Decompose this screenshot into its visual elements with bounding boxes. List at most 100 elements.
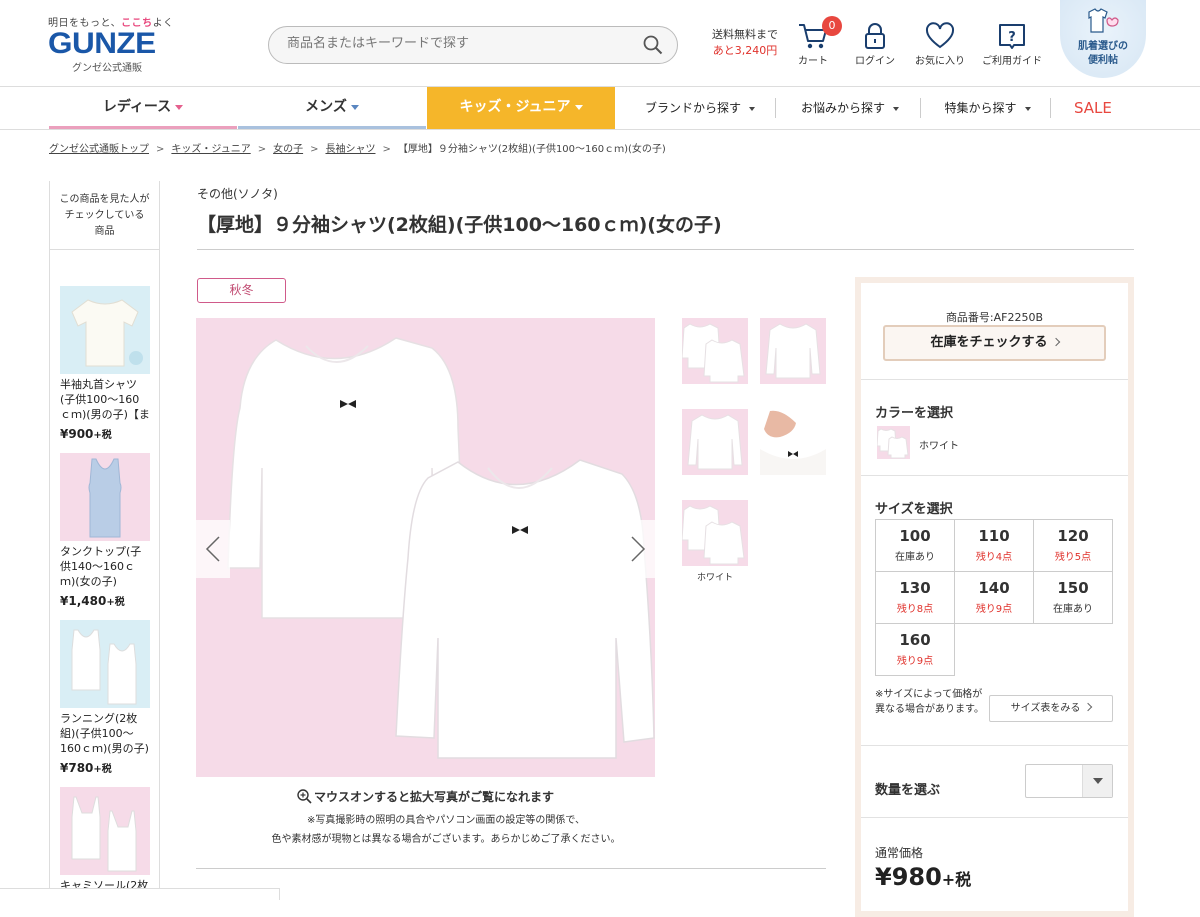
breadcrumb-current: 【厚地】９分袖シャツ(2枚組)(子供100〜160ｃｍ)(女の子) [397,144,666,155]
product-name: ランニング(2枚組)(子供100〜160ｃｍ)(男の子) [60,712,149,755]
search-icon[interactable] [643,35,663,55]
cart-count-badge: 0 [822,16,842,36]
image-thumbnail[interactable] [682,318,748,384]
size-heading: サイズを選択 [875,502,953,517]
breadcrumb-link[interactable]: キッズ・ジュニア [171,144,250,155]
main-nav: レディース メンズ キッズ・ジュニア ブランドから探す お悩みから探す 特集から… [0,87,1200,130]
purchase-panel: 商品番号:AF2250B 在庫をチェックする カラーを選択 ホワイト サイズを選… [855,277,1134,917]
product-thumbnail [60,286,150,374]
size-option-160[interactable]: 160 残り9点 [875,623,955,676]
logo-wordmark: GUNZE [48,27,156,60]
chevron-right-icon [631,536,646,562]
product-price: ¥780+税 [60,761,112,775]
image-thumbnail[interactable] [682,500,748,566]
guide-link[interactable]: ? ご利用ガイド [982,22,1042,67]
heart-icon [925,22,955,49]
product-photo [227,337,655,759]
breadcrumb-link[interactable]: グンゼ公式通販トップ [49,144,149,155]
zoom-in-icon [297,789,312,804]
caret-down-icon [175,104,184,110]
dropdown-caret-icon [1082,765,1112,797]
sidebar-product[interactable]: キャミソール(2枚 [60,787,150,893]
size-option-120[interactable]: 120 残り5点 [1033,519,1113,572]
image-thumbnail[interactable] [682,409,748,475]
menu-concern[interactable]: お悩みから探す [780,87,920,129]
menu-sale[interactable]: SALE [1074,87,1112,129]
free-shipping-notice: 送料無料まで あと3,240円 [712,28,778,57]
bottom-edge-bar [0,888,280,900]
shipping-remaining: あと3,240円 [712,44,778,57]
stock-check-button[interactable]: 在庫をチェックする [883,325,1106,361]
svg-text:?: ? [1008,30,1016,45]
login-link[interactable]: ログイン [855,22,895,67]
quantity-select[interactable] [1025,764,1113,798]
tab-kids-junior[interactable]: キッズ・ジュニア [427,87,615,129]
section-divider [196,868,826,869]
underwear-icon [1088,8,1119,33]
product-name: 半袖丸首シャツ(子供100〜160ｃｍ)(男の子)【ま [60,378,150,421]
size-chart-button[interactable]: サイズ表をみる [989,695,1113,722]
menu-brand[interactable]: ブランドから探す [630,87,770,129]
caret-down-icon [350,104,359,110]
product-price: ¥900+税 [60,427,112,441]
book-question-icon: ? [999,24,1025,49]
size-price-note: ※サイズによって価格が異なる場合があります。 [875,689,984,715]
caret-down-icon [574,104,583,110]
product-thumbnail [60,453,150,541]
image-thumbnail[interactable] [760,318,826,384]
innerwear-guide-label: 肌着選びの 便利帖 [1078,41,1128,66]
quantity-label: 数量を選ぶ [875,783,941,798]
caret-down-icon [749,106,755,111]
search-box [268,26,678,64]
sidebar-product[interactable]: ランニング(2枚組)(子供100〜160ｃｍ)(男の子) ¥780+税 [60,620,150,775]
prev-image-button[interactable] [196,520,230,578]
cart-link[interactable]: 0 カート [798,16,842,67]
next-image-button[interactable] [621,520,655,578]
title-divider [197,249,1134,250]
tab-mens[interactable]: メンズ [238,87,426,129]
main-product-image[interactable] [196,318,655,777]
search-input[interactable] [287,36,627,51]
product-code: 商品番号:AF2250B [945,311,1044,324]
product-title: 【厚地】９分袖シャツ(2枚組)(子供100〜160ｃｍ)(女の子) [197,214,722,236]
caret-down-icon [1024,106,1031,111]
sidebar-product[interactable]: タンクトップ(子供140〜160ｃｍ)(女の子) ¥1,480+税 [60,453,150,608]
breadcrumb-link[interactable]: 長袖シャツ [325,144,375,155]
color-heading: カラーを選択 [875,406,954,421]
caret-down-icon [893,106,899,111]
product-price: ¥980+税 [875,863,972,891]
product-thumbnail [60,620,150,708]
menu-feature[interactable]: 特集から探す [925,87,1050,129]
size-option-110[interactable]: 110 残り4点 [954,519,1034,572]
breadcrumb-link[interactable]: 女の子 [273,144,303,155]
size-option-150[interactable]: 150 在庫あり [1033,571,1113,624]
size-option-130[interactable]: 130 残り8点 [875,571,955,624]
viewed-also-sidebar: この商品を見た人が チェックしている 商品 半袖丸首シャツ(子供100〜160ｃ… [49,181,160,900]
tab-ladies[interactable]: レディース [49,87,237,129]
product-price: ¥1,480+税 [60,594,125,608]
thumbnail-caption: ホワイト [696,573,733,583]
regular-price-label: 通常価格 [875,846,924,860]
color-swatch-white[interactable] [877,426,910,459]
color-name: ホワイト [919,441,959,452]
zoom-hint: マウスオンすると拡大写真がご覧になれます [196,788,655,805]
sidebar-heading: この商品を見た人が チェックしている 商品 [50,181,159,250]
nav-divider [1050,98,1051,118]
product-maker: その他(ソノタ) [197,187,278,201]
product-thumbnail [60,787,150,875]
panel-divider [861,745,1128,746]
sidebar-product[interactable]: 半袖丸首シャツ(子供100〜160ｃｍ)(男の子)【ま ¥900+税 [60,286,150,441]
panel-divider [861,817,1128,818]
favorites-link[interactable]: お気に入り [915,22,965,67]
size-option-140[interactable]: 140 残り9点 [954,571,1034,624]
chevron-right-icon [1051,337,1060,347]
size-option-100[interactable]: 100 在庫あり [875,519,955,572]
panel-divider [861,379,1128,380]
nav-divider [920,98,921,118]
logo-subtitle: グンゼ公式通販 [72,63,142,74]
gunze-logo[interactable]: 明日をもっと、ここちよく GUNZE グンゼ公式通販 [48,14,178,74]
image-thumbnail[interactable] [760,409,826,475]
photo-disclaimer: ※写真撮影時の照明の具合やパソコン画面の設定等の関係で、 色や素材感が現物とは異… [271,815,621,845]
panel-divider [861,475,1128,476]
innerwear-guide-badge[interactable]: 肌着選びの 便利帖 [1060,0,1146,78]
